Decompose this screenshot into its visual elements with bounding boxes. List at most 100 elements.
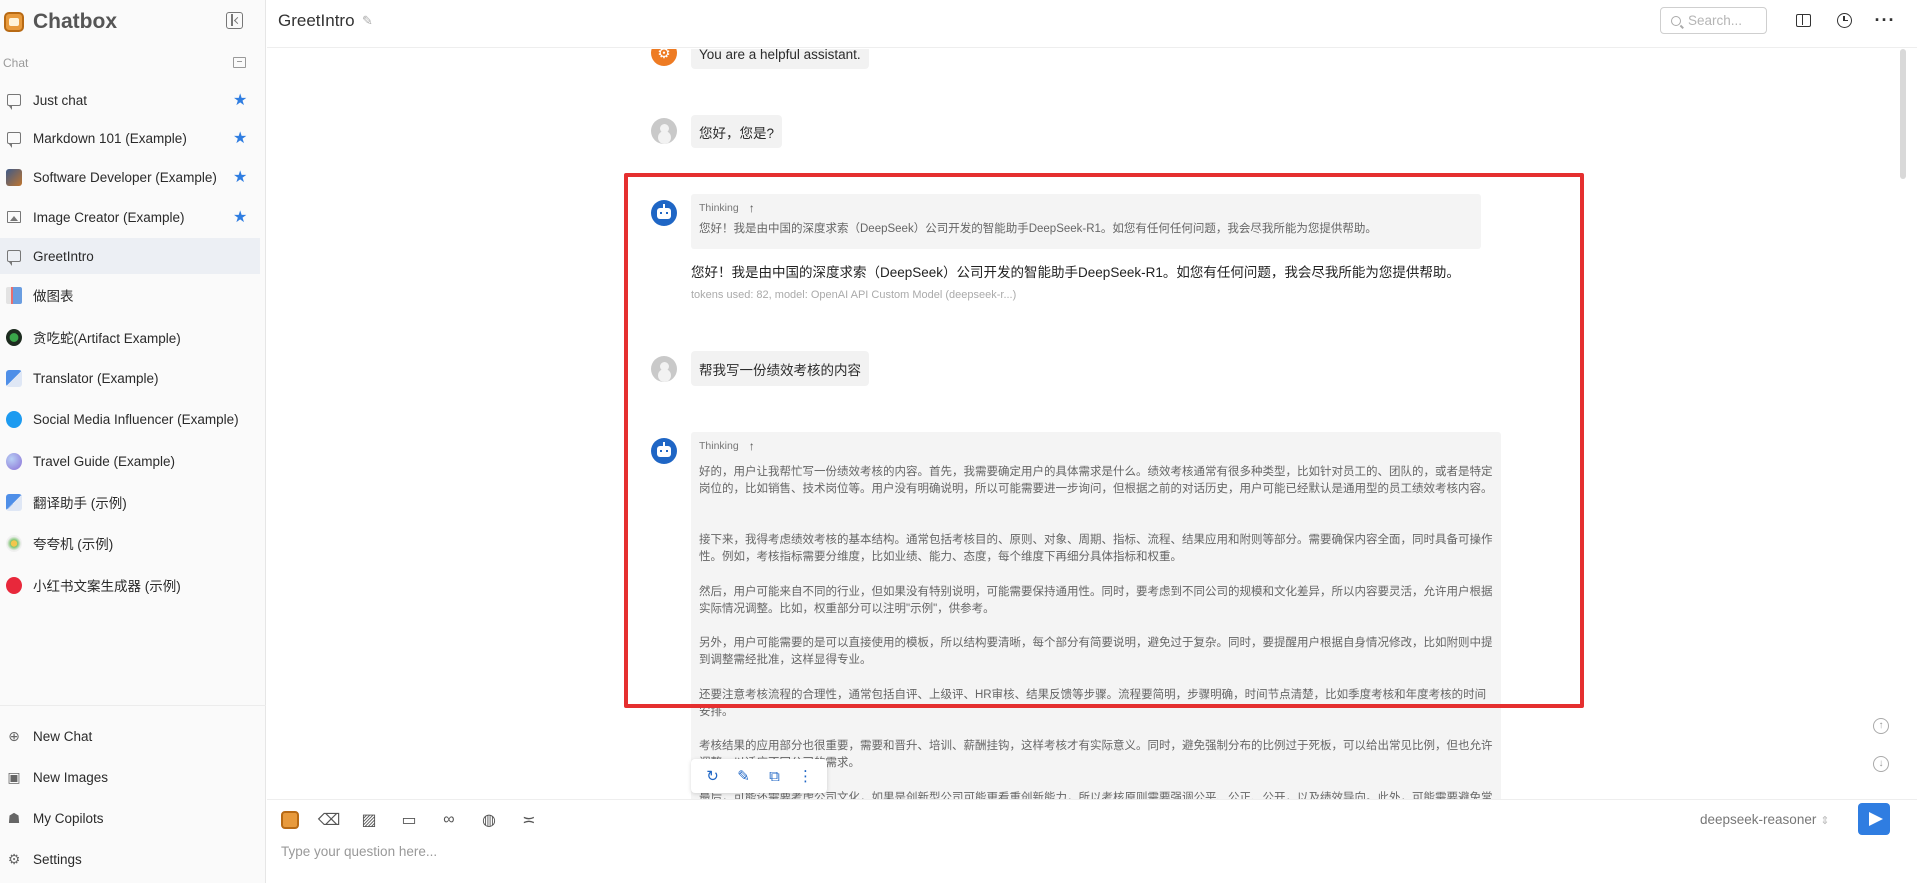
translator-avatar-icon [6, 369, 22, 387]
bot-avatar [651, 200, 677, 226]
app-title: Chatbox [33, 10, 117, 33]
robot-icon [657, 203, 671, 219]
star-icon[interactable]: ★ [233, 128, 247, 148]
sidebar-item-label: 夸夸机 (示例) [33, 537, 114, 552]
scrollbar-thumb[interactable] [1900, 49, 1906, 179]
sidebar-bottom-actions: ⊕ New Chat ▣ New Images ☗ My Copilots ⚙ … [0, 705, 266, 867]
xiaohongshu-avatar-icon [6, 576, 22, 594]
edit-title-icon[interactable]: ✎ [362, 13, 373, 29]
gear-icon: ⚙ [7, 851, 21, 867]
eraser-icon[interactable]: ⌫ [318, 810, 341, 830]
user-avatar [651, 118, 677, 144]
sidebar-item-label: Just chat [33, 92, 88, 108]
star-icon[interactable]: ★ [233, 207, 247, 227]
thinking-panel: Thinking ↑ 您好！我是由中国的深度求索（DeepSeek）公司开发的智能… [691, 194, 1481, 249]
message-action-toolbar: ↻ ✎ ⧉ ⋮ [691, 759, 827, 793]
new-images-label: New Images [33, 769, 109, 785]
search-icon [1671, 15, 1681, 26]
toggle-layout-button[interactable] [1794, 11, 1812, 29]
my-copilots-button[interactable]: ☗ My Copilots [0, 800, 260, 836]
developer-avatar-icon [6, 168, 22, 186]
sidebar-item-label: Travel Guide (Example) [33, 453, 176, 469]
sidebar-item-software-developer[interactable]: Software Developer (Example) ★ [0, 159, 260, 195]
bot-avatar [651, 438, 677, 464]
sidebar: Chatbox Chat Just chat ★ Markdown 101 (E… [0, 0, 266, 883]
new-chat-button[interactable]: ⊕ New Chat [0, 718, 260, 754]
sidebar-item-praise-bot[interactable]: 夸夸机 (示例) [0, 525, 260, 561]
snake-avatar-icon [6, 328, 22, 346]
search-input[interactable] [1688, 13, 1758, 28]
sidebar-item-label: Software Developer (Example) [33, 169, 217, 185]
system-avatar [651, 49, 677, 66]
arrow-up-icon: ↑ [748, 439, 755, 453]
sidebar-item-label: 贪吃蛇(Artifact Example) [33, 331, 181, 346]
image-upload-icon[interactable]: ▨ [359, 810, 379, 830]
edit-icon[interactable]: ✎ [734, 767, 754, 785]
my-copilots-label: My Copilots [33, 810, 104, 826]
layout-icon [1795, 13, 1811, 27]
sidebar-item-xiaohongshu[interactable]: 小红书文案生成器 (示例) [0, 567, 260, 603]
sidebar-item-travel-guide[interactable]: Travel Guide (Example) [0, 443, 260, 479]
more-options-button[interactable]: ··· [1875, 11, 1895, 29]
message-meta: tokens used: 82, model: OpenAI API Custo… [691, 289, 1017, 301]
chatbox-logo-icon [4, 12, 24, 32]
app-root: Chatbox Chat Just chat ★ Markdown 101 (E… [0, 0, 1917, 883]
sidebar-item-label: 小红书文案生成器 (示例) [33, 579, 181, 594]
send-button[interactable] [1858, 803, 1890, 835]
new-images-button[interactable]: ▣ New Images [0, 759, 260, 795]
sidebar-item-chart[interactable]: 做图表 [0, 277, 260, 313]
message-list: You are a helpful assistant. 您好，您是? Thin… [267, 49, 1897, 799]
globe-avatar-icon [6, 452, 22, 470]
collapse-sidebar-icon[interactable] [226, 12, 243, 29]
thinking-paragraph: 好的，用户让我帮忙写一份绩效考核的内容。首先，我需要确定用户的具体需求是什么。绩… [699, 466, 1493, 495]
more-vertical-icon[interactable]: ⋮ [796, 767, 816, 785]
sidebar-item-label: Image Creator (Example) [33, 209, 185, 225]
sidebar-item-label: Social Media Influencer (Example) [33, 411, 239, 427]
translator-avatar-icon [6, 493, 22, 511]
sidebar-item-translator[interactable]: Translator (Example) [0, 360, 260, 396]
thinking-toggle[interactable]: Thinking ↑ [699, 439, 755, 453]
thinking-toggle[interactable]: Thinking ↑ [699, 201, 755, 215]
link-icon[interactable]: ∞ [439, 810, 459, 830]
sidebar-item-just-chat[interactable]: Just chat ★ [0, 82, 260, 118]
chat-bubble-icon [6, 130, 22, 148]
settings-sliders-icon[interactable]: ≍ [519, 810, 539, 830]
sidebar-item-markdown-101[interactable]: Markdown 101 (Example) ★ [0, 120, 260, 156]
chat-bubble-icon [6, 248, 22, 266]
sidebar-item-label: GreetIntro [33, 248, 94, 264]
settings-button[interactable]: ⚙ Settings [0, 841, 260, 877]
prompt-input[interactable] [281, 840, 1841, 862]
thinking-paragraph: 另外，用户可能需要的是可以直接使用的模板，所以结构要清晰，每个部分有简要说明，避… [699, 637, 1493, 666]
folder-icon[interactable]: ▭ [399, 810, 419, 830]
chart-avatar-icon [6, 286, 22, 304]
robot-icon [657, 441, 671, 457]
conversation-title[interactable]: GreetIntro [278, 11, 355, 31]
chat-bubble-icon [6, 92, 22, 110]
history-button[interactable] [1835, 11, 1853, 29]
model-name: deepseek-reasoner [1700, 812, 1817, 827]
thinking-panel: Thinking ↑ 好的，用户让我帮忙写一份绩效考核的内容。首先，我需要确定用户… [691, 432, 1501, 799]
thinking-text: 您好！我是由中国的深度求索（DeepSeek）公司开发的智能助手DeepSeek… [699, 223, 1377, 235]
twitter-avatar-icon [6, 410, 22, 428]
image-plus-icon: ▣ [7, 769, 21, 785]
sidebar-item-snake[interactable]: 贪吃蛇(Artifact Example) [0, 319, 260, 355]
section-label-chat: Chat [3, 56, 29, 70]
archive-icon[interactable] [233, 57, 246, 68]
star-icon[interactable]: ★ [233, 167, 247, 187]
regenerate-icon[interactable]: ↻ [703, 767, 723, 785]
scroll-to-top-icon[interactable]: ↑ [1873, 718, 1889, 734]
model-selector[interactable]: deepseek-reasoner ⇕ [1700, 812, 1830, 827]
globe-icon[interactable]: ◍ [479, 810, 499, 830]
copy-icon[interactable]: ⧉ [765, 768, 785, 785]
history-icon [1836, 12, 1852, 28]
sidebar-item-social-media[interactable]: Social Media Influencer (Example) [0, 401, 260, 437]
sidebar-item-translator-zh[interactable]: 翻译助手 (示例) [0, 484, 260, 520]
sidebar-item-greetintro[interactable]: GreetIntro [0, 238, 260, 274]
search-box[interactable] [1660, 7, 1767, 34]
sidebar-item-image-creator[interactable]: Image Creator (Example) ★ [0, 199, 260, 235]
user-message: 帮我写一份绩效考核的内容 [691, 351, 869, 386]
brand: Chatbox [4, 8, 117, 36]
scroll-to-bottom-icon[interactable]: ↓ [1873, 756, 1889, 772]
star-icon[interactable]: ★ [233, 90, 247, 110]
chatbox-logo-icon[interactable] [281, 811, 299, 829]
